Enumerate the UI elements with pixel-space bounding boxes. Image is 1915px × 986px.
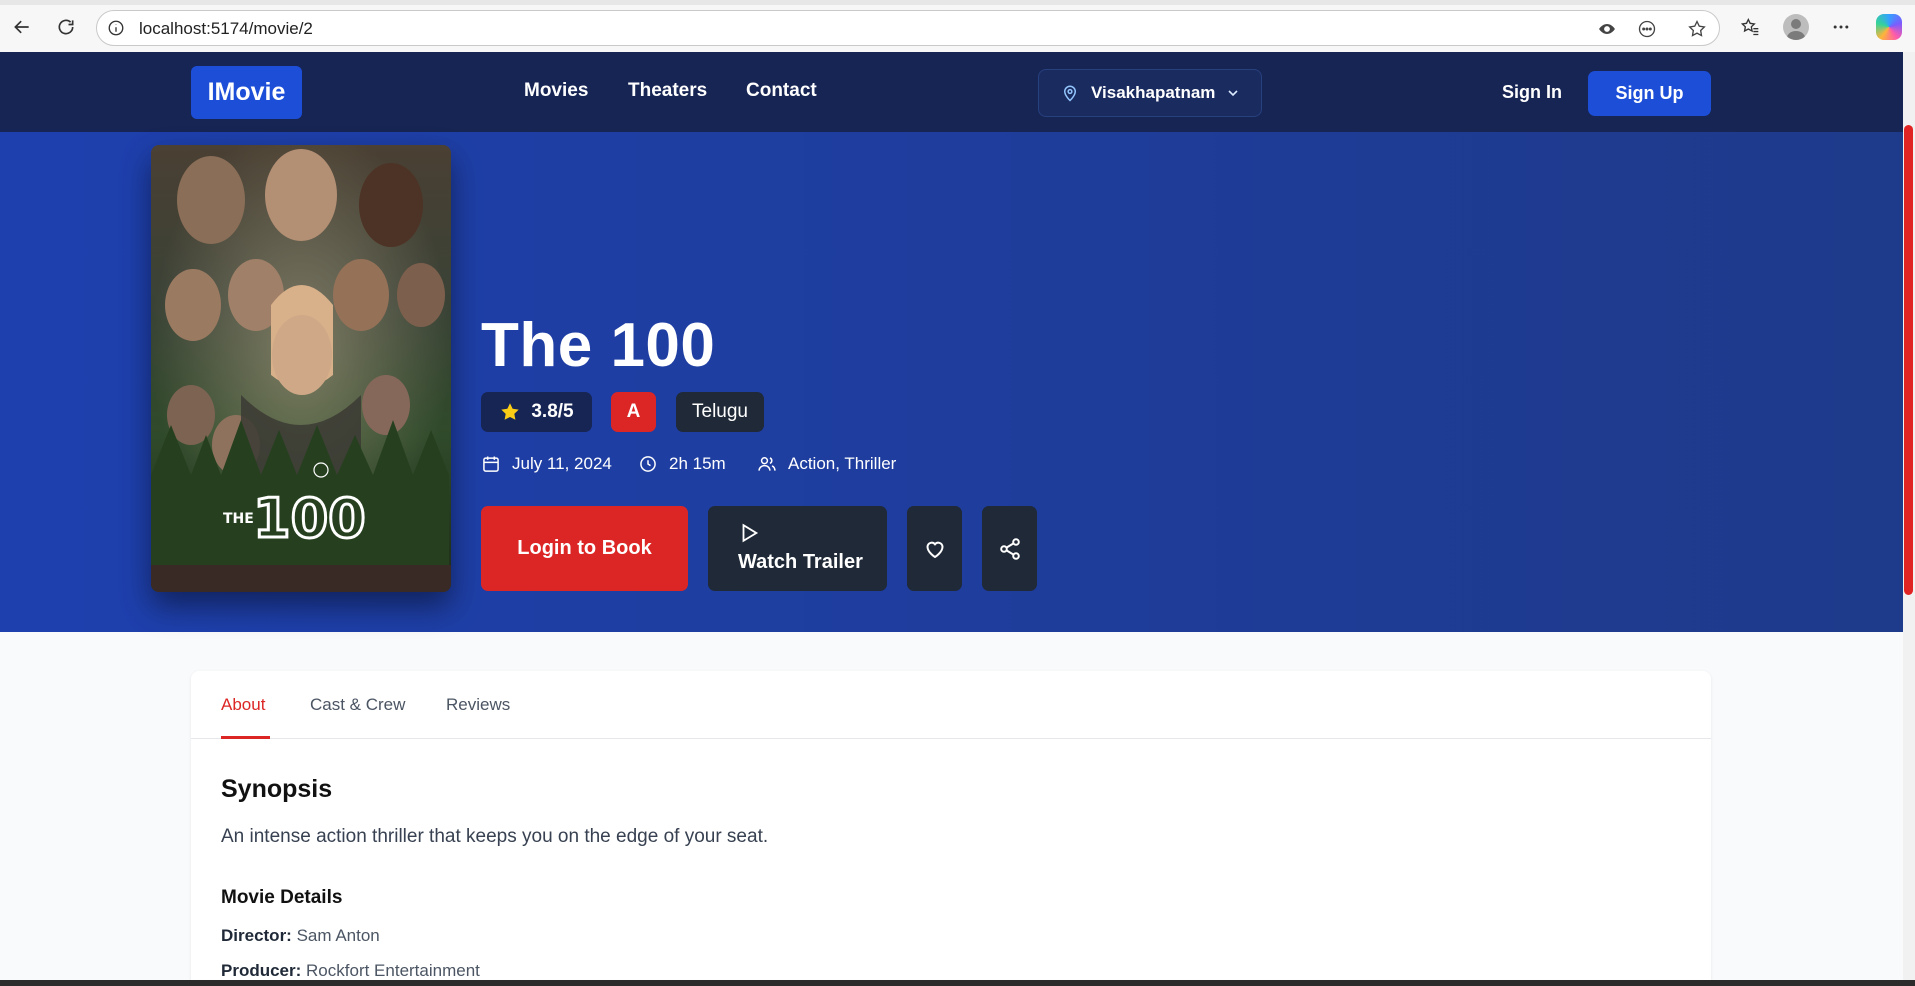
location-selector[interactable]: Visakhapatnam [1038,69,1262,117]
release-date-text: July 11, 2024 [512,454,612,473]
genres-text: Action, Thriller [788,454,897,473]
copilot-icon[interactable] [1876,14,1902,40]
site-logo[interactable]: IMovie [191,66,302,119]
reload-icon[interactable] [52,13,80,41]
language-badge: Telugu [676,392,764,432]
profile-avatar[interactable] [1783,14,1809,40]
movie-hero: THE 100 The 100 3.8/5 A Telugu July 11, … [0,132,1903,632]
synopsis-text: An intense action thriller that keeps yo… [221,826,769,847]
heart-icon [925,541,944,558]
window-bottom-edge [0,980,1915,986]
browser-chrome: localhost:5174/movie/2 [0,0,1915,52]
certificate-badge: A [611,392,656,432]
location-label: Visakhapatnam [1091,83,1216,102]
address-url[interactable]: localhost:5174/movie/2 [139,19,313,39]
tab-strip-edge [0,0,1915,5]
watch-trailer-button[interactable]: Watch Trailer [708,506,887,591]
more-tools-icon[interactable] [1637,19,1657,39]
detail-key: Producer: [221,961,302,980]
movie-info-card: About Cast & Crew Reviews Synopsis An in… [191,671,1711,980]
movie-title: The 100 [481,311,716,380]
sign-in-link[interactable]: Sign In [1502,82,1562,103]
detail-value: Sam Anton [296,926,380,945]
synopsis-heading: Synopsis [221,775,333,803]
movie-details-heading: Movie Details [221,887,343,908]
scrollbar-thumb[interactable] [1904,125,1913,595]
play-icon [742,523,759,543]
genres: Action, Thriller [757,454,896,474]
share-button[interactable] [982,506,1037,591]
menu-dots-icon[interactable] [1827,13,1855,41]
detail-key: Director: [221,926,292,945]
users-icon [758,457,776,471]
movie-poster: THE 100 [151,145,451,592]
favorite-star-icon[interactable] [1687,19,1707,39]
site-navbar: IMovie Movies Theaters Contact Visakhapa… [0,52,1903,132]
release-date: July 11, 2024 [481,454,612,474]
active-tab-indicator [221,736,270,739]
back-icon[interactable] [8,13,36,41]
detail-value: Rockfort Entertainment [306,961,480,980]
nav-link-theaters[interactable]: Theaters [628,80,707,102]
watch-trailer-label: Watch Trailer [738,551,863,573]
star-icon [501,403,520,420]
favorites-icon[interactable] [1736,13,1764,41]
login-to-book-button[interactable]: Login to Book [481,506,688,591]
address-bar[interactable]: localhost:5174/movie/2 [96,10,1720,46]
duration-text: 2h 15m [669,454,726,473]
calendar-icon [483,456,499,472]
favorite-button[interactable] [907,506,962,591]
poster-artwork: THE 100 [151,145,451,592]
clock-icon [640,456,656,472]
svg-text:100: 100 [253,487,366,550]
tracking-eye-icon[interactable] [1597,19,1617,39]
tab-reviews[interactable]: Reviews [446,695,510,715]
tab-bar: About Cast & Crew Reviews [191,671,1711,739]
svg-text:THE: THE [223,511,254,527]
sign-up-button[interactable]: Sign Up [1588,71,1711,116]
tab-about[interactable]: About [221,695,265,715]
detail-row-director: Director: Sam Anton [221,926,380,946]
rating-value: 3.8/5 [531,401,574,422]
nav-link-contact[interactable]: Contact [746,80,817,102]
chevron-down-icon [1228,90,1238,97]
tab-cast-crew[interactable]: Cast & Crew [310,695,405,715]
duration: 2h 15m [638,454,726,474]
map-pin-icon [1063,85,1077,102]
site-info-icon[interactable] [107,19,125,37]
detail-row-producer: Producer: Rockfort Entertainment [221,961,480,980]
share-icon [999,537,1020,560]
page-viewport: IMovie Movies Theaters Contact Visakhapa… [0,52,1903,980]
nav-link-movies[interactable]: Movies [524,80,588,102]
rating-badge: 3.8/5 [481,392,592,432]
